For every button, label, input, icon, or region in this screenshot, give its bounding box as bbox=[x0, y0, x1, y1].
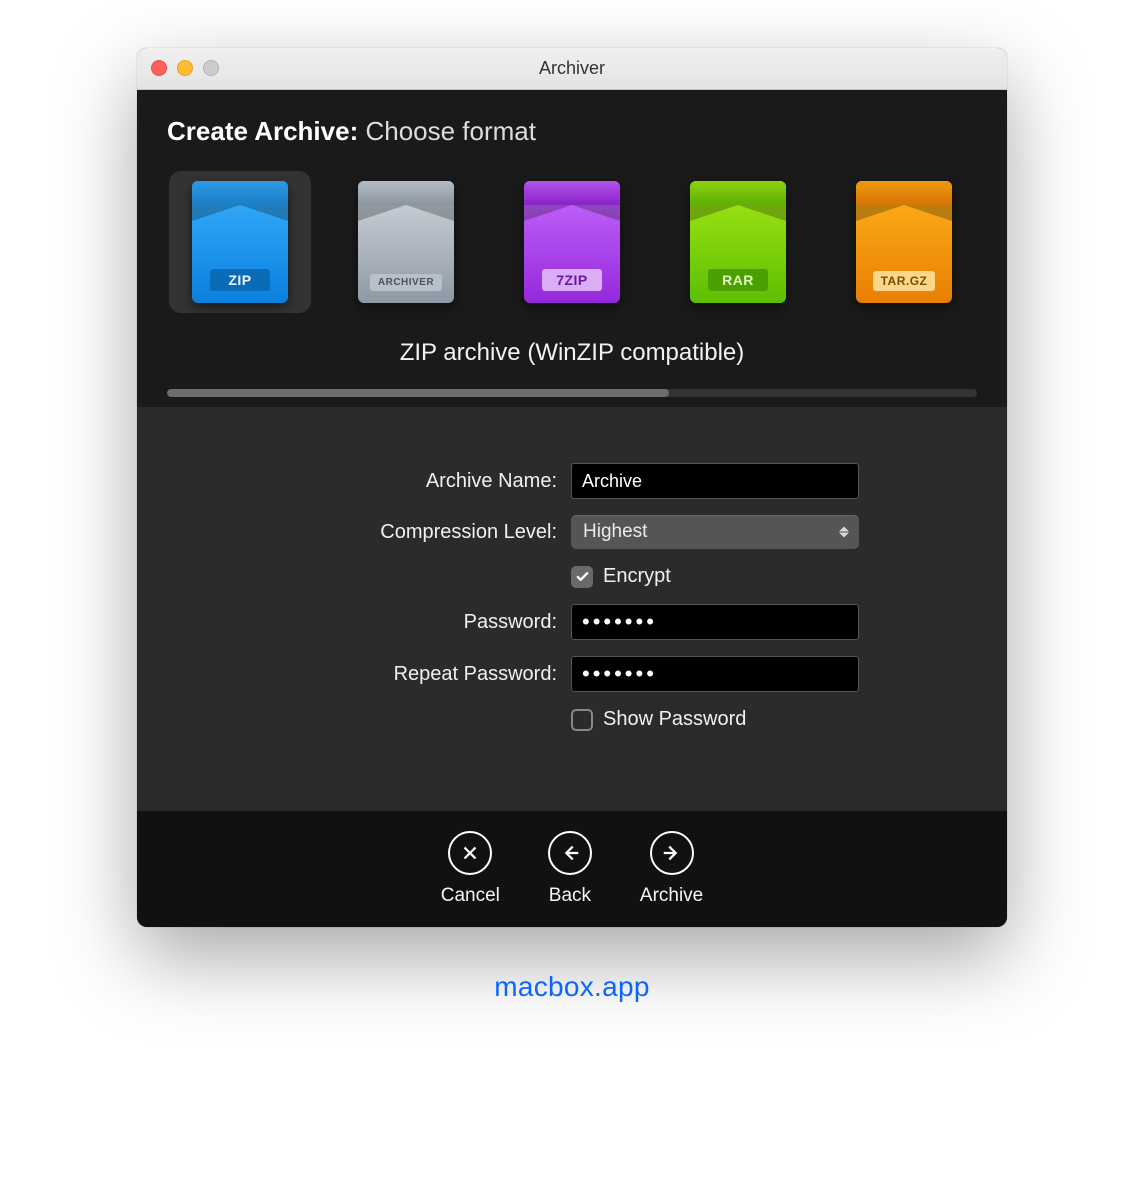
heading-strong: Create Archive: bbox=[167, 116, 358, 146]
archive-icon: RAR bbox=[690, 181, 786, 303]
password-label: Password: bbox=[285, 611, 557, 634]
show-password-label: Show Password bbox=[603, 708, 746, 731]
chevron-up-down-icon bbox=[839, 527, 849, 538]
format-list: ZIP ARCHIVER 7ZIP bbox=[167, 171, 977, 313]
window-controls bbox=[151, 60, 219, 76]
zoom-window-button[interactable] bbox=[203, 60, 219, 76]
compression-level-value: Highest bbox=[583, 521, 647, 543]
format-option-zip[interactable]: ZIP bbox=[169, 171, 311, 313]
page-heading: Create Archive: Choose format bbox=[167, 116, 977, 147]
archive-icon: ZIP bbox=[192, 181, 288, 303]
format-option-7zip[interactable]: 7ZIP bbox=[501, 171, 643, 313]
archive-icon: ARCHIVER bbox=[358, 181, 454, 303]
format-label: 7ZIP bbox=[542, 269, 602, 291]
bottom-action-bar: Cancel Back Archive bbox=[137, 811, 1007, 927]
format-label: ARCHIVER bbox=[370, 274, 442, 291]
format-picker-panel: Create Archive: Choose format ZIP ARCHIV… bbox=[137, 90, 1007, 407]
compression-level-select[interactable]: Highest bbox=[571, 515, 859, 549]
watermark-text: macbox.app bbox=[96, 971, 1048, 1003]
archive-name-label: Archive Name: bbox=[285, 470, 557, 493]
minimize-window-button[interactable] bbox=[177, 60, 193, 76]
titlebar: Archiver bbox=[137, 48, 1007, 90]
password-input[interactable]: ••••••• bbox=[571, 604, 859, 640]
archive-icon: 7ZIP bbox=[524, 181, 620, 303]
compression-level-label: Compression Level: bbox=[285, 521, 557, 544]
archive-name-input[interactable] bbox=[571, 463, 859, 499]
show-password-checkbox[interactable] bbox=[571, 709, 593, 731]
repeat-password-label: Repeat Password: bbox=[285, 663, 557, 686]
cancel-button[interactable]: Cancel bbox=[441, 831, 500, 907]
format-option-archiver[interactable]: ARCHIVER bbox=[335, 171, 477, 313]
repeat-password-input[interactable]: ••••••• bbox=[571, 656, 859, 692]
close-window-button[interactable] bbox=[151, 60, 167, 76]
progress-bar bbox=[167, 389, 977, 397]
app-window: Archiver Create Archive: Choose format Z… bbox=[137, 48, 1007, 927]
format-label: RAR bbox=[708, 269, 768, 291]
archive-icon: TAR.GZ bbox=[856, 181, 952, 303]
cancel-icon bbox=[448, 831, 492, 875]
check-icon bbox=[575, 569, 590, 584]
encrypt-checkbox[interactable] bbox=[571, 566, 593, 588]
encrypt-label: Encrypt bbox=[603, 565, 671, 588]
format-option-rar[interactable]: RAR bbox=[667, 171, 809, 313]
arrow-left-icon bbox=[548, 831, 592, 875]
format-option-targz[interactable]: TAR.GZ bbox=[833, 171, 975, 313]
archive-button[interactable]: Archive bbox=[640, 831, 703, 907]
format-label: ZIP bbox=[210, 269, 270, 291]
progress-fill bbox=[167, 389, 669, 397]
selected-format-description: ZIP archive (WinZIP compatible) bbox=[167, 339, 977, 367]
back-button[interactable]: Back bbox=[548, 831, 592, 907]
format-label: TAR.GZ bbox=[873, 271, 936, 291]
archive-options-form: Archive Name: Compression Level: Highest… bbox=[137, 407, 1007, 811]
heading-sub: Choose format bbox=[365, 116, 536, 146]
window-title: Archiver bbox=[539, 58, 605, 79]
arrow-right-icon bbox=[650, 831, 694, 875]
